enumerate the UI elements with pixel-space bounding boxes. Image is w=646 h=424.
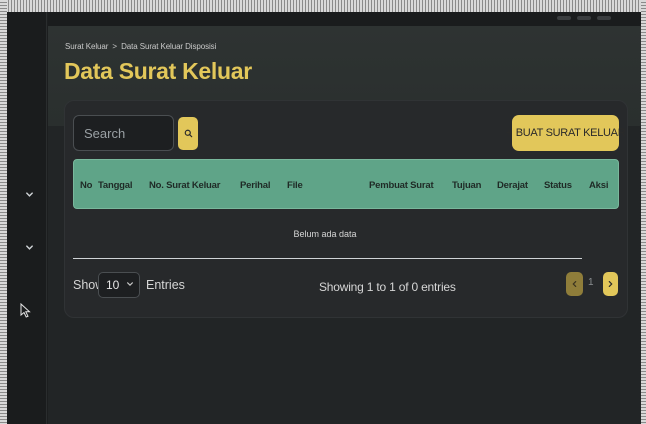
top-bar-control[interactable] <box>597 16 611 20</box>
column-header[interactable]: Tujuan <box>452 180 481 191</box>
breadcrumb-current: Data Surat Keluar Disposisi <box>121 42 217 51</box>
top-bar <box>48 12 641 26</box>
screen-border-right <box>641 0 646 424</box>
search-icon <box>184 129 192 138</box>
chevron-left-icon <box>572 281 577 287</box>
column-header[interactable]: File <box>287 180 303 191</box>
sidebar <box>7 12 47 424</box>
top-bar-control[interactable] <box>557 16 571 20</box>
mouse-cursor-icon <box>20 303 31 318</box>
plus-icon: + <box>505 127 512 139</box>
pagination-info: Showing 1 to 1 of 0 entries <box>319 280 456 294</box>
chevron-down-icon[interactable] <box>25 190 35 200</box>
breadcrumb-separator: > <box>112 42 117 51</box>
breadcrumb: Surat Keluar > Data Surat Keluar Disposi… <box>65 42 216 51</box>
previous-page-button[interactable] <box>566 272 583 296</box>
empty-table-message: Belum ada data <box>293 229 357 239</box>
column-header[interactable]: Aksi <box>589 180 608 191</box>
search-button[interactable] <box>178 117 198 150</box>
column-header[interactable]: Derajat <box>497 180 528 191</box>
screen-border-left <box>0 0 7 424</box>
search-input[interactable] <box>73 115 174 151</box>
screen-border-top <box>0 0 646 12</box>
table-header: No Tanggal No. Surat Keluar Perihal File… <box>73 159 619 209</box>
create-button-label: BUAT SURAT KELUAR <box>515 127 626 139</box>
entries-select-value: 10 <box>106 278 120 292</box>
table-divider <box>73 258 582 259</box>
column-header[interactable]: Perihal <box>240 180 270 191</box>
top-bar-control[interactable] <box>577 16 591 20</box>
column-header[interactable]: Pembuat Surat <box>369 180 434 191</box>
next-page-button[interactable] <box>603 272 618 296</box>
column-header[interactable]: No <box>80 180 92 191</box>
current-page-number[interactable]: 1 <box>588 277 594 288</box>
top-bar-controls <box>557 16 611 20</box>
column-header[interactable]: No. Surat Keluar <box>149 180 220 191</box>
page-title: Data Surat Keluar <box>64 58 252 84</box>
column-header[interactable]: Tanggal <box>98 180 133 191</box>
chevron-down-icon[interactable] <box>25 243 35 253</box>
chevron-down-icon <box>126 280 134 290</box>
entries-label: Entries <box>146 278 185 292</box>
column-header[interactable]: Status <box>544 180 572 191</box>
entries-select[interactable]: 10 <box>98 272 140 298</box>
breadcrumb-parent[interactable]: Surat Keluar <box>65 42 108 51</box>
create-outgoing-letter-button[interactable]: + BUAT SURAT KELUAR <box>506 115 626 151</box>
chevron-right-icon <box>608 281 613 287</box>
